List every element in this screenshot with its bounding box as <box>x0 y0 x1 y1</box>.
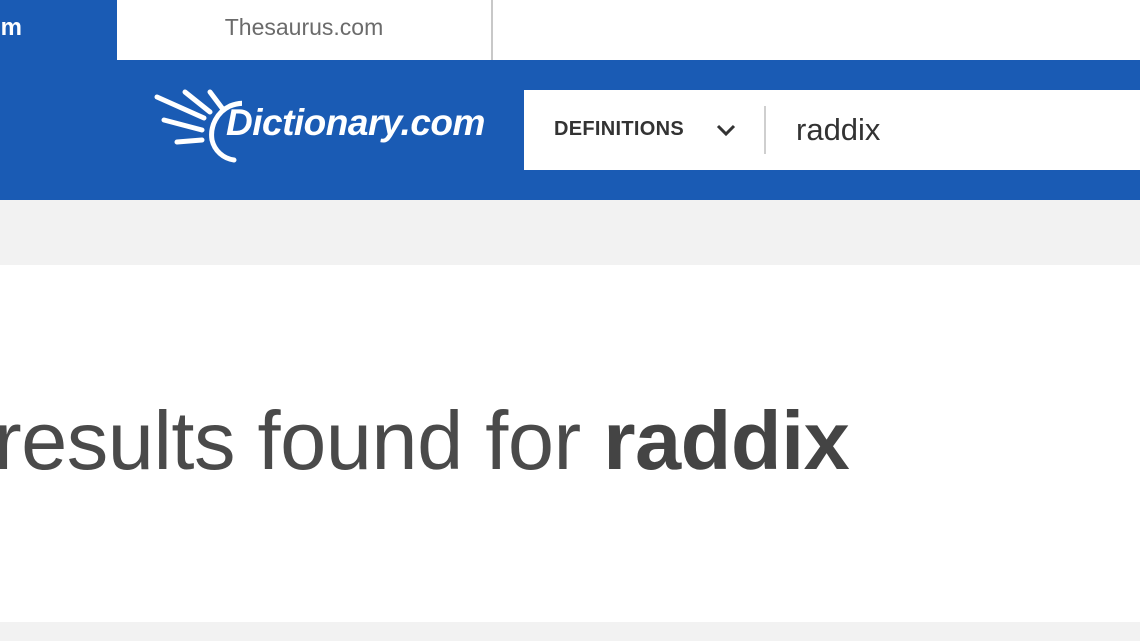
divider <box>764 106 766 154</box>
search-bar: DEFINITIONS raddix <box>524 90 1140 170</box>
no-results-heading: results found for raddix <box>0 393 850 489</box>
results-panel: results found for raddix <box>0 265 1140 622</box>
heading-term: raddix <box>603 394 850 487</box>
search-type-dropdown[interactable]: DEFINITIONS <box>554 90 684 170</box>
site-header: Dictionary.com DEFINITIONS raddix <box>0 60 1140 200</box>
dictionary-logo[interactable]: Dictionary.com <box>152 88 492 168</box>
search-input[interactable]: raddix <box>796 90 880 170</box>
spacer-band <box>0 200 1140 265</box>
chevron-down-icon[interactable] <box>714 118 738 142</box>
logo-text: Dictionary.com <box>226 102 485 143</box>
tab-thesaurus[interactable]: Thesaurus.com <box>117 0 493 60</box>
tab-dictionary[interactable]: m <box>0 0 117 60</box>
site-tab-bar: m Thesaurus.com <box>0 0 1140 60</box>
heading-prefix: results found for <box>0 394 581 487</box>
